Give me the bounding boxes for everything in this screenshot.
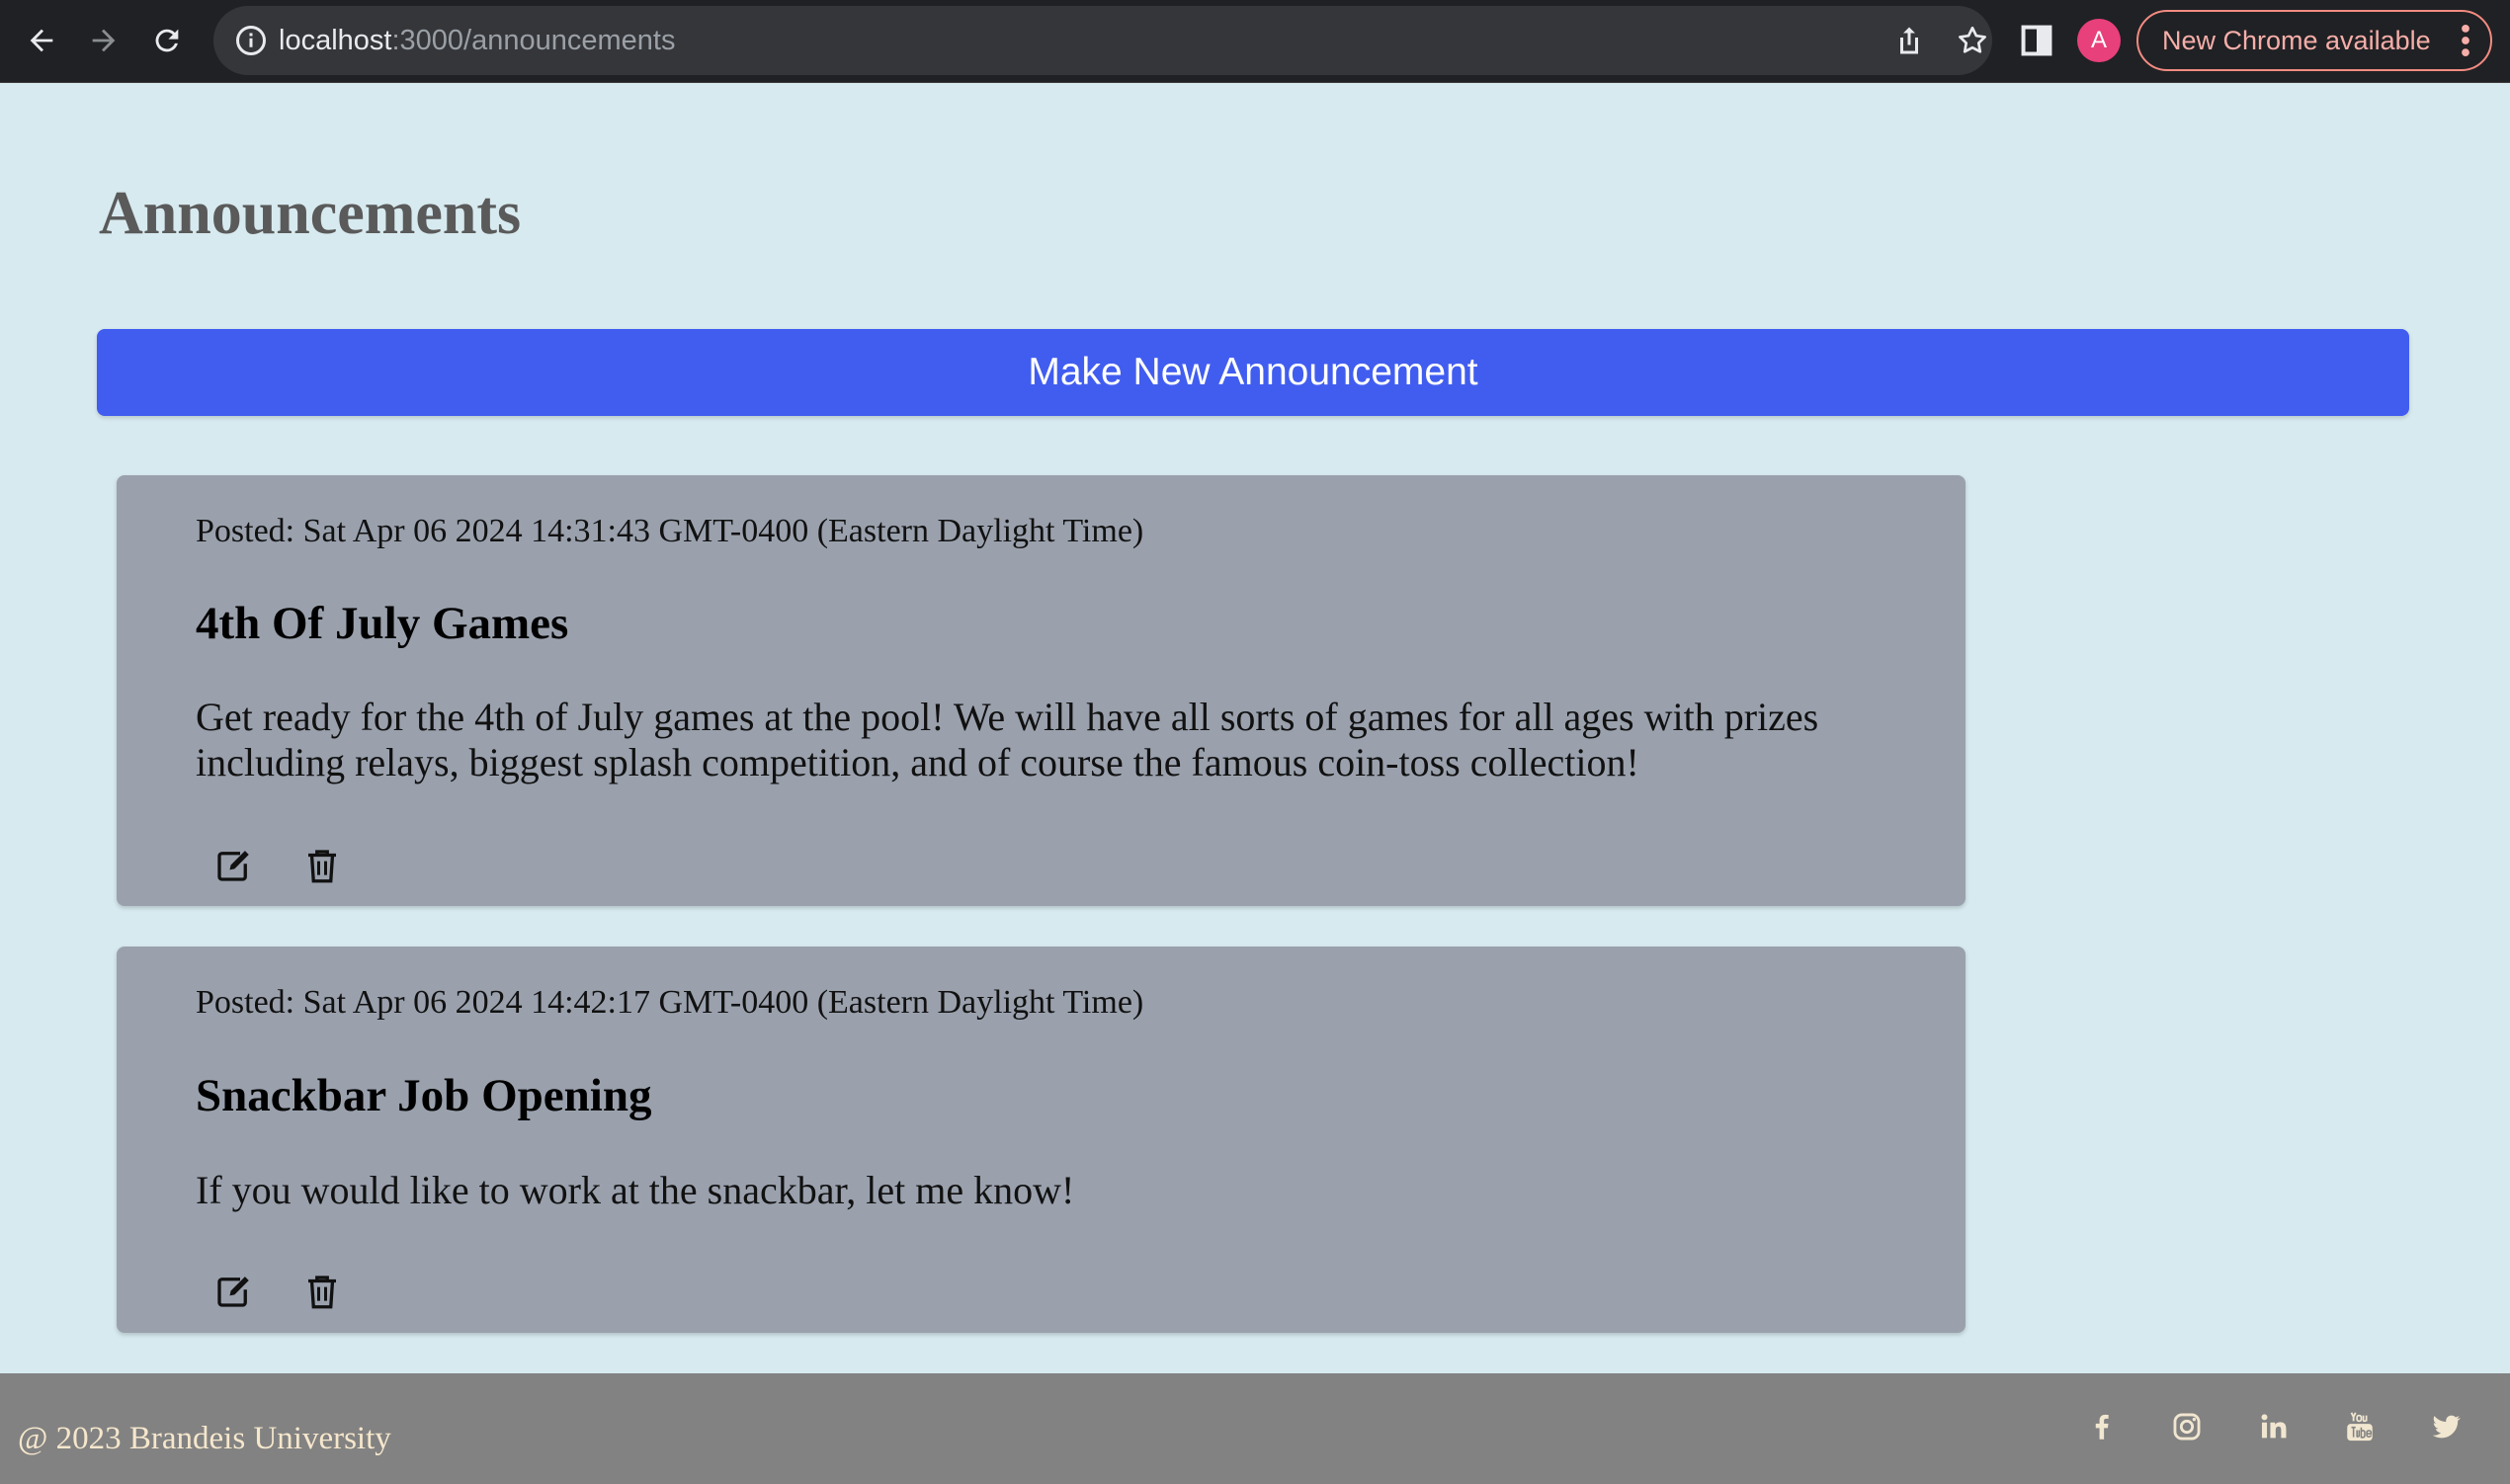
- footer-copyright: @ 2023 Brandeis University: [18, 1421, 391, 1456]
- edit-icon: [217, 1277, 249, 1307]
- url-text[interactable]: localhost:3000/announcements: [279, 6, 675, 75]
- announcement-card: Posted: Sat Apr 06 2024 14:31:43 GMT-040…: [117, 475, 1966, 906]
- side-panel-icon[interactable]: [2018, 22, 2055, 59]
- instagram-link[interactable]: [2167, 1407, 2207, 1446]
- make-new-announcement-button[interactable]: Make New Announcement: [97, 329, 2409, 416]
- url-host: localhost: [279, 25, 392, 56]
- delete-button[interactable]: [300, 1270, 344, 1313]
- chrome-update-button[interactable]: New Chrome available: [2136, 10, 2492, 71]
- page-title: Announcements: [99, 180, 522, 247]
- reload-button[interactable]: [142, 16, 192, 65]
- youtube-icon: [2347, 1412, 2373, 1442]
- edit-icon: [217, 851, 249, 881]
- twitter-icon: [2432, 1415, 2461, 1439]
- edit-button[interactable]: [211, 844, 255, 887]
- share-icon[interactable]: [1891, 23, 1927, 58]
- announcement-body: Get ready for the 4th of July games at t…: [196, 695, 1819, 784]
- profile-avatar[interactable]: A: [2077, 19, 2121, 62]
- back-button[interactable]: [17, 16, 66, 65]
- site-footer: @ 2023 Brandeis University: [0, 1373, 2510, 1484]
- facebook-link[interactable]: [2082, 1407, 2122, 1446]
- linkedin-link[interactable]: [2254, 1407, 2294, 1446]
- info-icon[interactable]: [233, 23, 269, 58]
- announcement-body: If you would like to work at the snackba…: [196, 1168, 1075, 1212]
- star-icon[interactable]: [1955, 23, 1990, 58]
- instagram-icon: [2173, 1413, 2201, 1441]
- trash-icon: [308, 850, 336, 883]
- arrow-right-icon: [92, 29, 116, 52]
- chrome-update-label: New Chrome available: [2162, 25, 2431, 55]
- announcement-card: Posted: Sat Apr 06 2024 14:42:17 GMT-040…: [117, 947, 1966, 1333]
- announcement-posted-date: Posted: Sat Apr 06 2024 14:31:43 GMT-040…: [196, 513, 1144, 549]
- edit-button[interactable]: [211, 1270, 255, 1313]
- facebook-icon: [2095, 1414, 2109, 1440]
- url-path: :3000/announcements: [391, 25, 676, 56]
- youtube-link[interactable]: [2340, 1407, 2380, 1446]
- twitter-link[interactable]: [2426, 1407, 2466, 1446]
- address-bar[interactable]: localhost:3000/announcements: [213, 6, 1992, 75]
- announcement-posted-date: Posted: Sat Apr 06 2024 14:42:17 GMT-040…: [196, 984, 1144, 1021]
- delete-button[interactable]: [300, 844, 344, 887]
- linkedin-icon: [2261, 1414, 2287, 1439]
- trash-icon: [308, 1276, 336, 1309]
- more-vert-icon: [2462, 24, 2469, 57]
- forward-button[interactable]: [79, 16, 128, 65]
- announcement-title: Snackbar Job Opening: [196, 1070, 652, 1121]
- announcement-title: 4th Of July Games: [196, 598, 569, 649]
- arrow-left-icon: [30, 29, 53, 52]
- browser-toolbar: localhost:3000/announcements A New Chrom…: [0, 0, 2510, 83]
- reload-icon: [155, 29, 179, 52]
